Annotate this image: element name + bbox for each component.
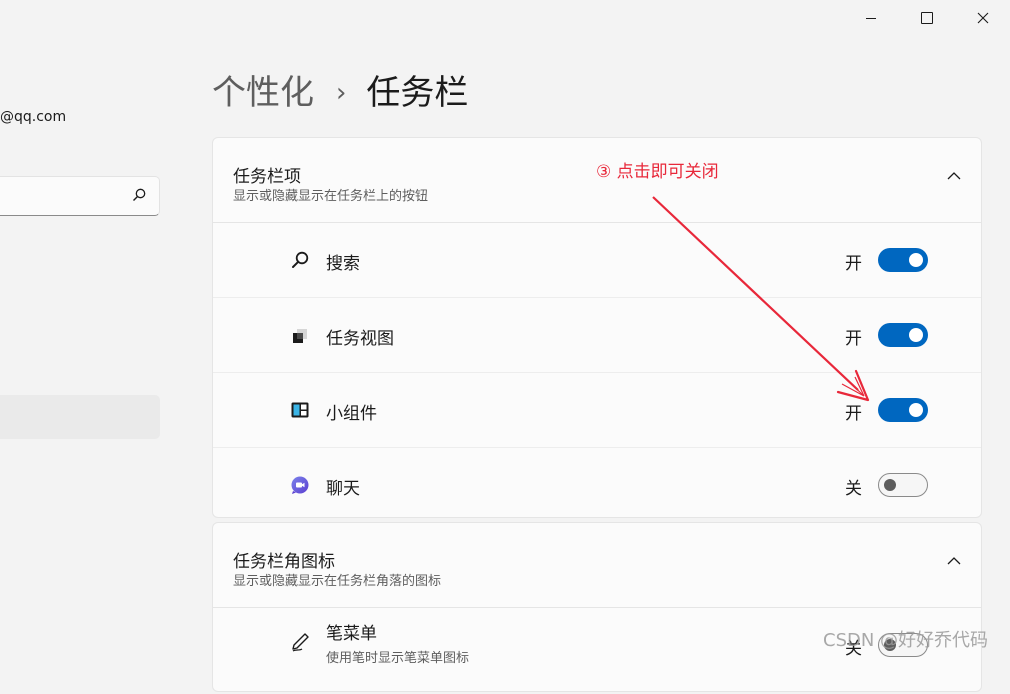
maximize-icon [921,12,933,24]
chevron-up-icon[interactable] [947,172,961,180]
chevron-up-icon[interactable] [947,557,961,565]
taskbar-item-search-row: 搜索 开 [213,223,981,298]
maximize-button[interactable] [904,0,950,36]
sidebar-item-selected[interactable] [0,395,160,439]
toggle-knob [909,253,923,267]
settings-search-input[interactable] [0,176,160,216]
taskbar-item-widgets-row: 小组件 开 [213,373,981,448]
minimize-button[interactable] [848,0,894,36]
search-icon [292,251,309,268]
search-toggle[interactable] [878,248,928,272]
corner-icons-card: 任务栏角图标 显示或隐藏显示在任务栏角落的图标 笔菜单 使用笔时显示笔菜单图标 … [212,522,982,692]
toggle-state-label: 关 [845,479,862,499]
corner-icons-title: 任务栏角图标 [233,552,335,572]
corner-icon-description: 使用笔时显示笔菜单图标 [326,651,470,666]
taskbar-item-task-view-row: 任务视图 开 [213,298,981,373]
taskbar-item-chat-row: 聊天 关 [213,448,981,522]
chat-toggle[interactable] [878,473,928,497]
taskbar-item-label: 聊天 [326,479,360,499]
taskbar-items-subtitle: 显示或隐藏显示在任务栏上的按钮 [233,189,429,204]
task-view-icon [293,329,307,343]
pen-icon [292,633,309,652]
taskbar-item-label: 搜索 [326,254,360,274]
taskbar-item-label: 小组件 [326,404,377,424]
taskbar-items-card: 任务栏项 显示或隐藏显示在任务栏上的按钮 搜索 开 任务视图 开 小组件 开 聊… [212,137,982,518]
annotation-text: ③ 点击即可关闭 [596,162,719,182]
watermark: CSDN @好好乔代码 [823,630,989,651]
page-title: 任务栏 [366,73,469,113]
close-button[interactable] [960,0,1006,36]
corner-icon-label: 笔菜单 [326,624,377,644]
breadcrumb: 个性化 › 任务栏 [212,70,468,116]
taskbar-items-title: 任务栏项 [233,167,301,187]
widgets-icon [291,402,309,418]
breadcrumb-parent[interactable]: 个性化 [212,70,314,116]
toggle-state-label: 开 [845,329,862,349]
taskbar-item-label: 任务视图 [326,329,394,349]
close-icon [977,12,989,24]
search-icon [133,188,146,201]
toggle-knob [884,479,896,491]
toggle-state-label: 开 [845,254,862,274]
toggle-state-label: 开 [845,404,862,424]
breadcrumb-separator: › [336,78,347,108]
task-view-toggle[interactable] [878,323,928,347]
widgets-toggle[interactable] [878,398,928,422]
toggle-knob [909,403,923,417]
toggle-knob [909,328,923,342]
account-email: @qq.com [0,109,67,125]
corner-icons-subtitle: 显示或隐藏显示在任务栏角落的图标 [233,574,442,589]
minimize-icon [866,17,876,19]
chat-icon [291,476,309,494]
corner-icons-header[interactable]: 任务栏角图标 显示或隐藏显示在任务栏角落的图标 [213,523,981,608]
